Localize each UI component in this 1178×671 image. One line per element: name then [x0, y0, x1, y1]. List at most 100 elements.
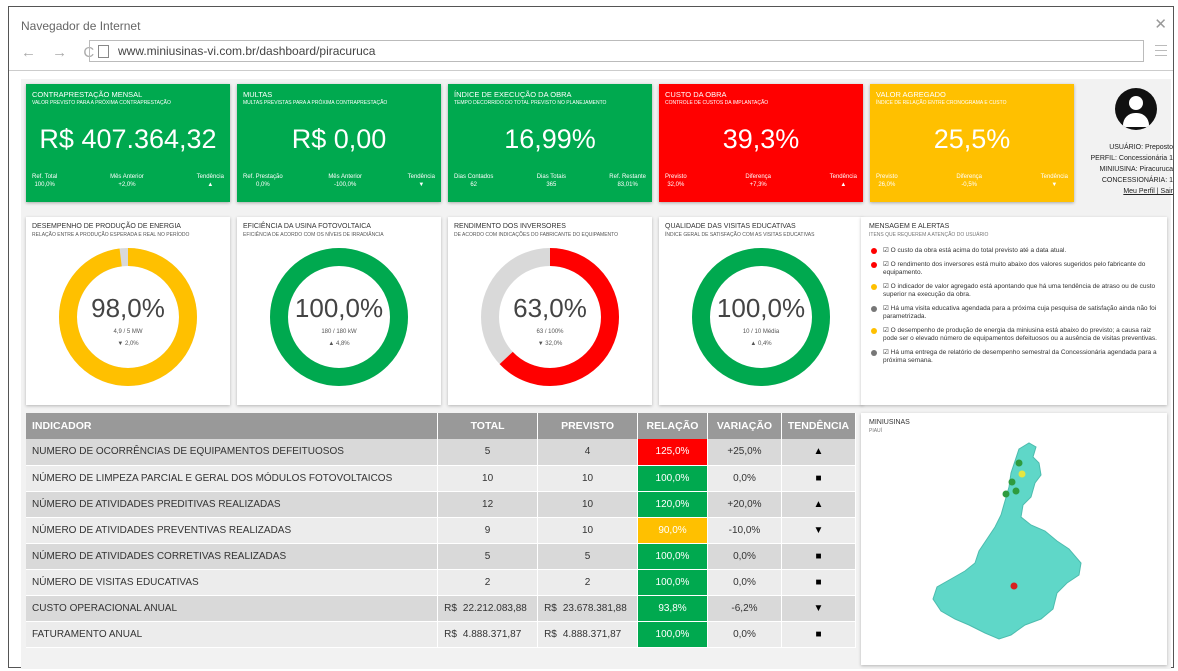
alert-item[interactable]: ☑ O custo da obra está acima do total pr… — [869, 247, 1157, 255]
gauge-value: 98,0% — [91, 293, 165, 323]
cell-indicador: NÚMERO DE ATIVIDADES PREDITIVAS REALIZAD… — [26, 491, 439, 518]
gauge-detail: 4,9 / 5 MW — [113, 329, 143, 335]
miniusina-marker — [1012, 487, 1020, 495]
kpi-footer-item: Ref. Prestação 0,0% — [243, 174, 283, 188]
kpi-footer-item: Ref. Total 100,0% — [32, 174, 58, 188]
cell-variacao: +20,0% — [707, 491, 782, 518]
gauge-subtitle: ÍNDICE GERAL DE SATISFAÇÃO COM AS VISITA… — [665, 232, 815, 238]
kpi-footer-item: Tendência ▲ — [829, 174, 857, 188]
avatar-icon[interactable] — [1115, 88, 1157, 130]
dashboard: CONTRAPRESTAÇÃO MENSAL VALOR PREVISTO PA… — [21, 79, 1173, 669]
cell-previsto: R$ 23.678.381,88 — [537, 595, 639, 622]
gauge-detail: 10 / 10 Média — [742, 329, 780, 335]
alert-text: ☑ Há uma entrega de relatório de desempe… — [883, 349, 1157, 364]
kpi-value: 25,5% — [933, 124, 1011, 154]
piaui-state-shape — [932, 442, 1082, 640]
table-row[interactable]: NUMERO DE OCORRÊNCIAS DE EQUIPAMENTOS DE… — [26, 439, 857, 466]
col-total[interactable]: TOTAL — [437, 413, 539, 439]
kpi-footer-item: Previsto 32,0% — [665, 174, 687, 188]
col-indicador[interactable]: INDICADOR — [26, 413, 439, 439]
kpi-card[interactable]: MULTAS MULTAS PREVISTAS PARA A PRÓXIMA C… — [237, 84, 441, 202]
user-usuario: USUÁRIO: Preposto — [1109, 144, 1173, 151]
gauge-trend: ▲ 4,8% — [328, 341, 350, 347]
map-title: MINIUSINAS — [869, 419, 910, 426]
menu-icon[interactable] — [1155, 45, 1167, 60]
gauge-card[interactable]: DESEMPENHO DE PRODUÇÃO DE ENERGIA RELAÇÃ… — [26, 217, 230, 405]
alert-item[interactable]: ☑ Há uma visita educativa agendada para … — [869, 305, 1157, 321]
cell-relacao: 100,0% — [637, 569, 708, 596]
gauge-card[interactable]: QUALIDADE DAS VISITAS EDUCATIVAS ÍNDICE … — [659, 217, 863, 405]
gauge-subtitle: RELAÇÃO ENTRE A PRODUÇÃO ESPERADA E REAL… — [32, 232, 190, 238]
cell-total: 12 — [437, 491, 539, 518]
cell-previsto: 4 — [537, 439, 639, 466]
cell-relacao: 100,0% — [637, 543, 708, 570]
kpi-footer-item: Tendência ▼ — [407, 174, 435, 188]
toolbar-divider — [9, 70, 1173, 71]
cell-variacao: +25,0% — [707, 439, 782, 466]
window-title: Navegador de Internet — [21, 19, 141, 33]
cell-relacao: 100,0% — [637, 621, 708, 648]
col-tendencia[interactable]: TENDÊNCIA — [781, 413, 857, 439]
gauge-trend: ▲ 0,4% — [750, 341, 772, 347]
col-previsto[interactable]: PREVISTO — [537, 413, 639, 439]
table-row[interactable]: CUSTO OPERACIONAL ANUAL R$ 22.212.083,88… — [26, 595, 857, 622]
gauge-title: RENDIMENTO DOS INVERSORES — [454, 223, 566, 230]
browser-window: Navegador de Internet ✕ ← → C www.minius… — [8, 6, 1174, 669]
table-row[interactable]: FATURAMENTO ANUAL R$ 4.888.371,87 R$ 4.88… — [26, 621, 857, 648]
miniusina-marker — [1015, 459, 1023, 467]
trend-icon: ■ — [781, 569, 857, 596]
cell-total: 9 — [437, 517, 539, 544]
table-row[interactable]: NÚMERO DE VISITAS EDUCATIVAS 22 100,0% 0… — [26, 569, 857, 596]
table-header: INDICADOR TOTAL PREVISTO RELAÇÃO VARIAÇÃ… — [26, 413, 857, 439]
alert-dot-icon — [871, 248, 877, 254]
alert-item[interactable]: ☑ Há uma entrega de relatório de desempe… — [869, 349, 1157, 365]
user-perfil: PERFIL: Concessionária 1 — [1090, 155, 1173, 162]
kpi-subtitle: MULTAS PREVISTAS PARA A PRÓXIMA CONTRAPR… — [243, 100, 388, 106]
gauge-title: QUALIDADE DAS VISITAS EDUCATIVAS — [665, 223, 796, 230]
alert-item[interactable]: ☑ O desempenho de produção de energia da… — [869, 327, 1157, 343]
kpi-card[interactable]: VALOR AGREGADO ÍNDICE DE RELAÇÃO ENTRE C… — [870, 84, 1074, 202]
gauge-card[interactable]: EFICIÊNCIA DA USINA FOTOVOLTAICA EFICIÊN… — [237, 217, 441, 405]
kpi-footer-item: Diferença +7,3% — [745, 174, 771, 188]
cell-variacao: -6,2% — [707, 595, 782, 622]
miniusina-marker — [1010, 582, 1018, 590]
close-icon[interactable]: ✕ — [1154, 15, 1167, 33]
table-row[interactable]: NÚMERO DE ATIVIDADES PREDITIVAS REALIZAD… — [26, 491, 857, 518]
cell-variacao: 0,0% — [707, 569, 782, 596]
cell-variacao: -10,0% — [707, 517, 782, 544]
kpi-value: 39,3% — [722, 124, 800, 154]
map-panel: MINIUSINAS PIAUÍ — [861, 413, 1167, 665]
kpi-card[interactable]: CUSTO DA OBRA CONTROLE DE CUSTOS DA IMPL… — [659, 84, 863, 202]
kpi-footer: Ref. Prestação 0,0% Mês Anterior -100,0% Ten… — [243, 173, 435, 189]
cell-relacao: 93,8% — [637, 595, 708, 622]
alert-text: ☑ Há uma visita educativa agendada para … — [883, 305, 1157, 320]
kpi-value: 16,99% — [504, 124, 596, 154]
col-relacao[interactable]: RELAÇÃO — [637, 413, 708, 439]
cell-total: R$ 4.888.371,87 — [437, 621, 539, 648]
cell-total: 5 — [437, 543, 539, 570]
alert-dot-icon — [871, 284, 877, 290]
address-bar[interactable]: www.miniusinas-vi.com.br/dashboard/pirac… — [89, 40, 1144, 62]
page-icon — [98, 45, 109, 58]
trend-icon: ■ — [781, 543, 857, 570]
kpi-card[interactable]: CONTRAPRESTAÇÃO MENSAL VALOR PREVISTO PA… — [26, 84, 230, 202]
table-row[interactable]: NÚMERO DE ATIVIDADES PREVENTIVAS REALIZA… — [26, 517, 857, 544]
alert-item[interactable]: ☑ O indicador de valor agregado está apo… — [869, 283, 1157, 299]
kpi-footer: Ref. Total 100,0% Mês Anterior +2,0% Tendênc… — [32, 173, 224, 189]
table-row[interactable]: NÚMERO DE ATIVIDADES CORRETIVAS REALIZAD… — [26, 543, 857, 570]
cell-indicador: FATURAMENTO ANUAL — [26, 621, 439, 648]
alert-item[interactable]: ☑ O rendimento dos inversores está muito… — [869, 261, 1157, 277]
kpi-card[interactable]: ÍNDICE DE EXECUÇÃO DA OBRA TEMPO DECORRI… — [448, 84, 652, 202]
table-row[interactable]: NÚMERO DE LIMPEZA PARCIAL E GERAL DOS MÓ… — [26, 465, 857, 492]
alert-dot-icon — [871, 306, 877, 312]
cell-total: 2 — [437, 569, 539, 596]
kpi-value: R$ 0,00 — [291, 124, 387, 154]
col-variacao[interactable]: VARIAÇÃO — [707, 413, 782, 439]
kpi-title: ÍNDICE DE EXECUÇÃO DA OBRA — [454, 90, 572, 99]
piaui-map[interactable] — [861, 413, 1167, 665]
cell-relacao: 125,0% — [637, 439, 708, 466]
profile-logout-links[interactable]: Meu Perfil | Sair — [1091, 186, 1173, 197]
gauge-card[interactable]: RENDIMENTO DOS INVERSORES DE ACORDO COM … — [448, 217, 652, 405]
alerts-panel: MENSAGEM E ALERTAS ITENS QUE REQUEREM A … — [861, 217, 1167, 405]
kpi-subtitle: TEMPO DECORRIDO DO TOTAL PREVISTO NO PLA… — [454, 100, 607, 106]
